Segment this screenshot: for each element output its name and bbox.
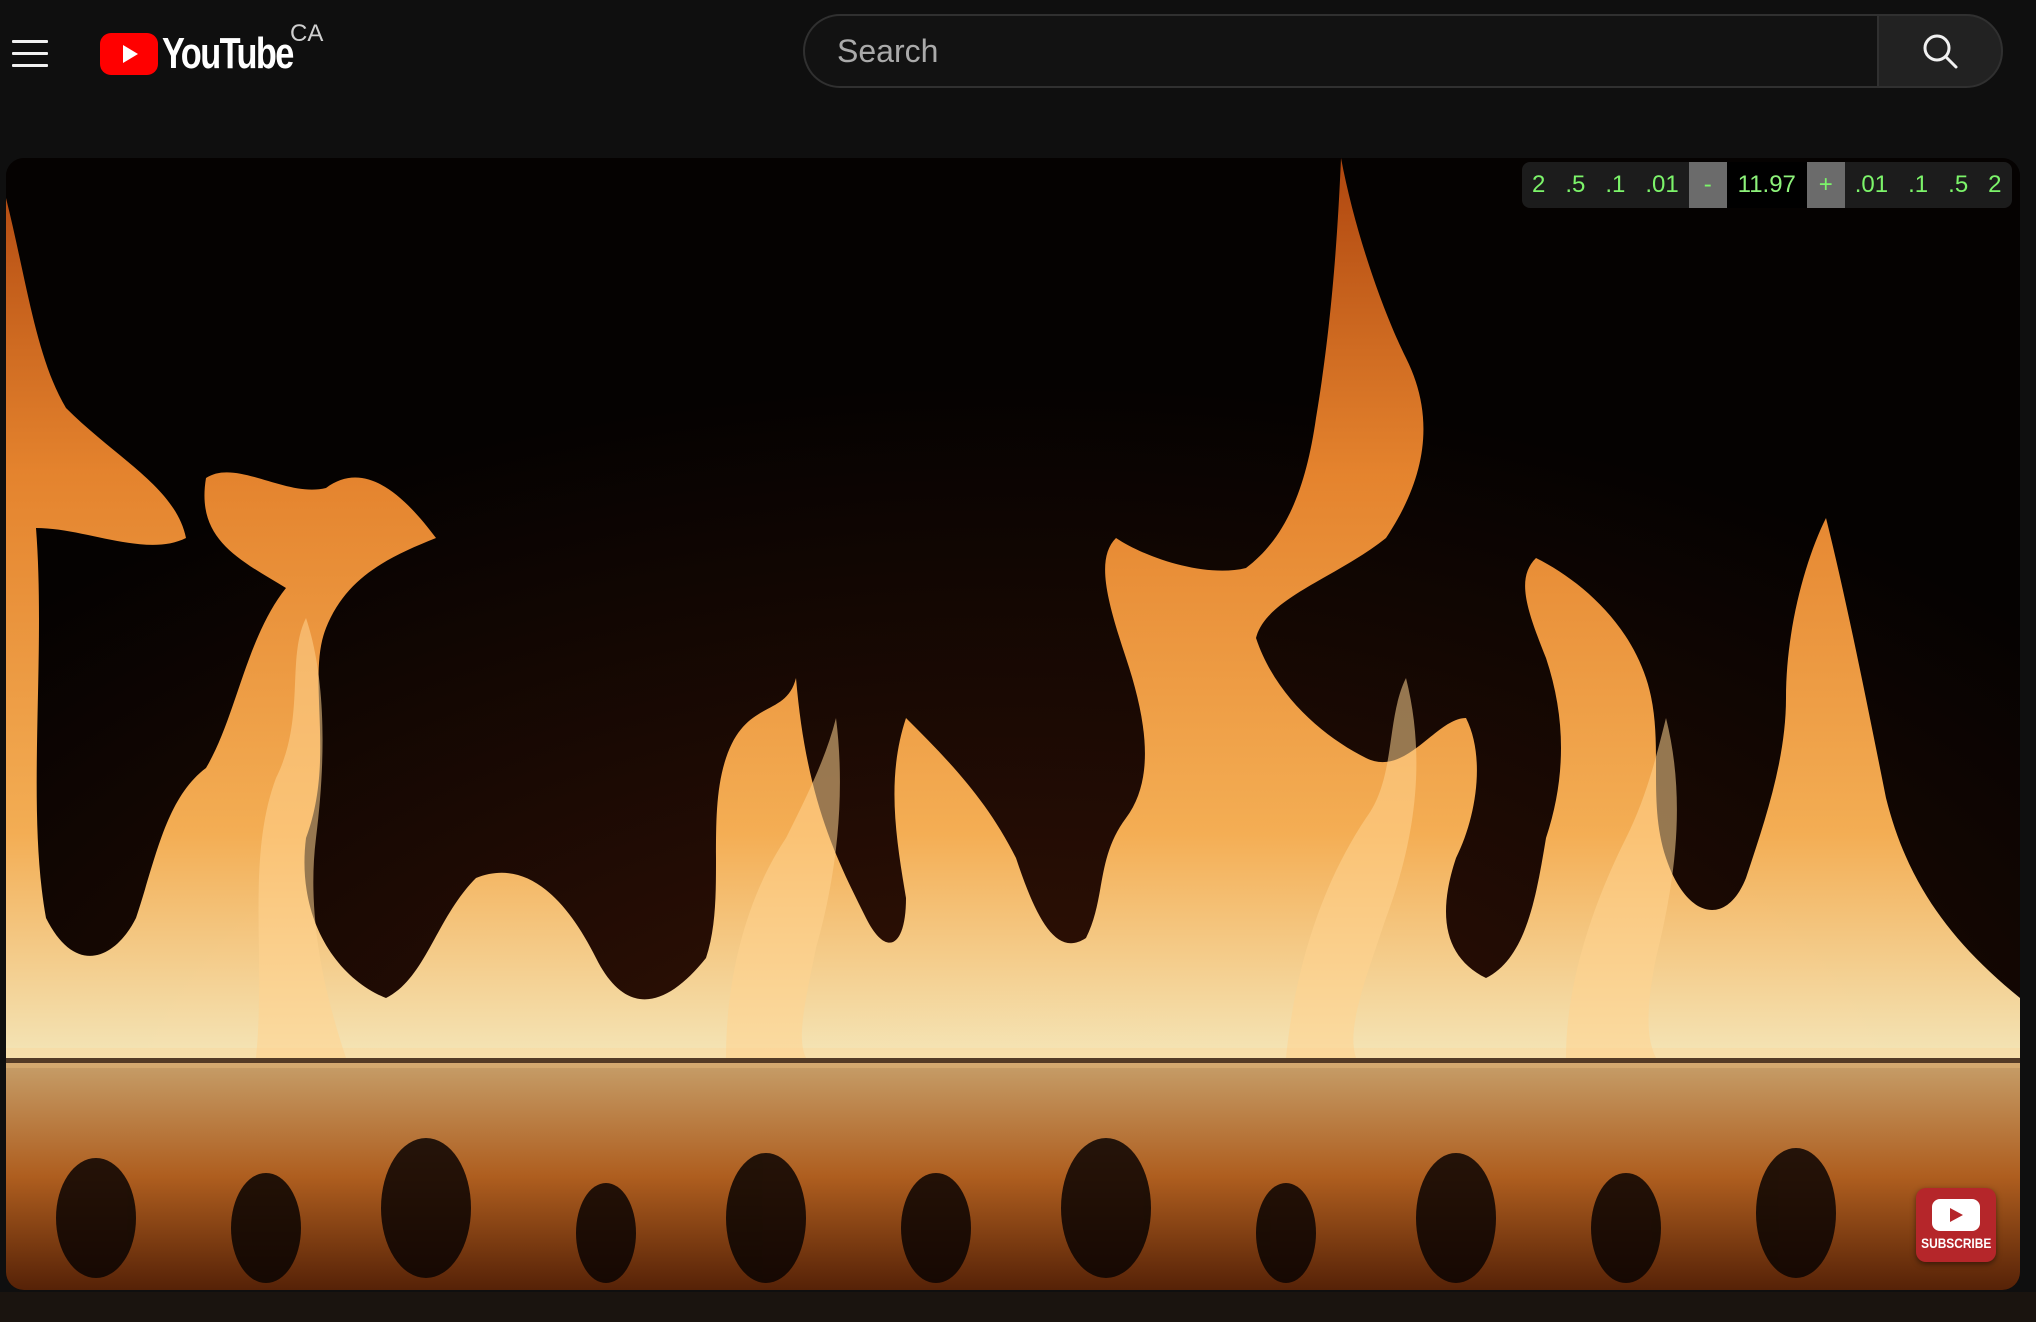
search-button[interactable] [1877, 14, 2003, 88]
speed-increase-0.1[interactable]: .1 [1898, 162, 1938, 208]
speed-increase-2[interactable]: 2 [1978, 162, 2011, 208]
speed-value: 11.97 [1726, 162, 1807, 208]
youtube-play-icon [100, 33, 158, 75]
logo-wordmark: YouTube [162, 29, 294, 78]
video-frame-flames [6, 158, 2020, 1290]
search-icon [1923, 34, 1958, 69]
speed-plus-button[interactable]: + [1806, 162, 1845, 208]
speed-increase-0.01[interactable]: .01 [1845, 162, 1898, 208]
video-player[interactable]: 2 .5 .1 .01 - 11.97 + .01 .1 .5 2 SUBSCR… [6, 158, 2020, 1290]
youtube-play-icon [1932, 1199, 1980, 1231]
speed-decrease-0.01[interactable]: .01 [1635, 162, 1688, 208]
search-input[interactable] [803, 14, 1877, 88]
hamburger-menu-icon[interactable] [8, 32, 52, 76]
page-below-player [0, 1292, 2036, 1322]
speed-increase-0.5[interactable]: .5 [1938, 162, 1978, 208]
subscribe-watermark-button[interactable]: SUBSCRIBE [1916, 1188, 1996, 1262]
speed-decrease-2[interactable]: 2 [1522, 162, 1555, 208]
country-code: CA [290, 20, 324, 47]
speed-decrease-0.5[interactable]: .5 [1555, 162, 1595, 208]
speed-minus-button[interactable]: - [1688, 162, 1727, 208]
speed-decrease-0.1[interactable]: .1 [1595, 162, 1635, 208]
subscribe-label: SUBSCRIBE [1920, 1235, 1992, 1251]
playback-speed-control: 2 .5 .1 .01 - 11.97 + .01 .1 .5 2 [1522, 162, 2012, 208]
search-bar [803, 14, 2003, 92]
masthead: YouTube CA [0, 0, 2036, 108]
